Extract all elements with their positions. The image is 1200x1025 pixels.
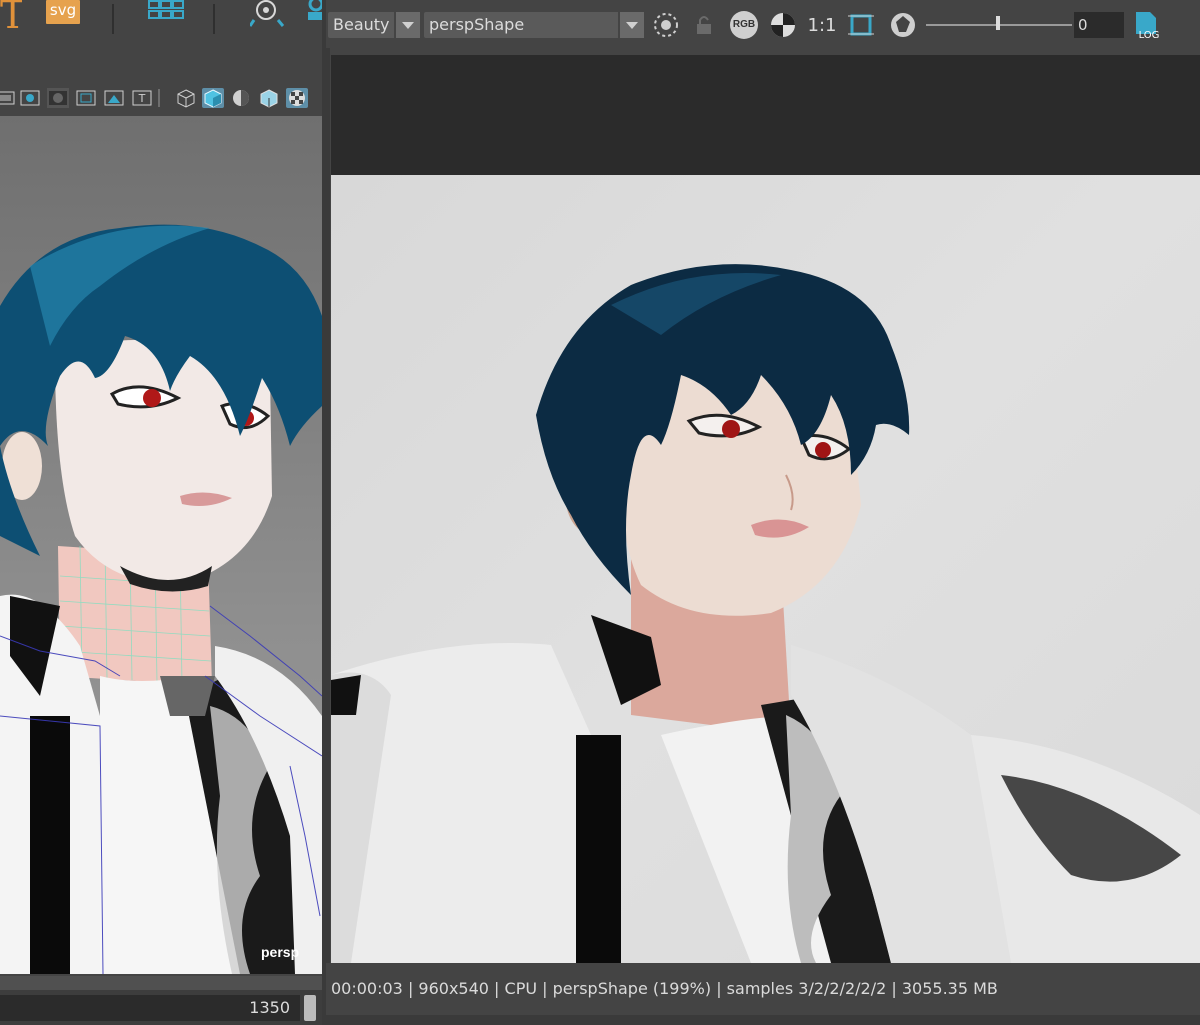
viewport-toolbar: T bbox=[0, 80, 322, 114]
render-status-bar: 00:00:03 | 960x540 | CPU | perspShape (1… bbox=[326, 963, 1200, 1025]
render-image[interactable] bbox=[331, 175, 1200, 963]
textured-icon[interactable] bbox=[286, 88, 308, 108]
exposure-slider-thumb[interactable] bbox=[996, 16, 1000, 30]
wireframe-icon[interactable] bbox=[175, 88, 197, 108]
wireframe-on-shaded-icon[interactable] bbox=[258, 88, 280, 108]
render-view-empty-area bbox=[331, 55, 1200, 175]
camera-name-label: persp bbox=[261, 944, 300, 960]
exposure-value-field[interactable]: 0 bbox=[1074, 12, 1124, 38]
log-label: LOG bbox=[1139, 30, 1160, 40]
svg-icon[interactable]: svg bbox=[46, 0, 80, 24]
channel-rgb-button[interactable]: RGB bbox=[728, 10, 760, 40]
log-icon[interactable]: LOG bbox=[1132, 10, 1164, 40]
frame-region-icon[interactable] bbox=[846, 10, 876, 40]
chevron-down-icon[interactable] bbox=[394, 12, 420, 38]
region-render-icon[interactable] bbox=[650, 10, 682, 40]
viewport-persp[interactable] bbox=[0, 116, 322, 974]
channel-rgb-label: RGB bbox=[730, 11, 758, 39]
zoom-ratio-button[interactable]: 1:1 bbox=[806, 10, 838, 40]
film-gate-icon[interactable] bbox=[0, 88, 16, 108]
frame-scroll-handle[interactable] bbox=[304, 995, 316, 1021]
chevron-down-icon[interactable] bbox=[618, 12, 644, 38]
lock-icon[interactable] bbox=[690, 10, 718, 40]
svg-text:T: T bbox=[138, 92, 146, 105]
camera-select-value: perspShape bbox=[429, 15, 525, 34]
shelf-separator bbox=[213, 4, 215, 34]
checker-display-icon[interactable] bbox=[768, 10, 798, 40]
aov-select[interactable]: Beauty bbox=[328, 12, 420, 38]
shutter-icon[interactable] bbox=[888, 10, 918, 40]
render-status-text: 00:00:03 | 960x540 | CPU | perspShape (1… bbox=[331, 979, 998, 998]
safe-action-icon[interactable] bbox=[103, 88, 125, 108]
text-tool-icon[interactable]: T bbox=[0, 0, 22, 36]
aov-select-value: Beauty bbox=[333, 15, 390, 34]
safe-title-icon[interactable]: T bbox=[131, 88, 153, 108]
panel-splitter[interactable] bbox=[322, 0, 330, 1025]
grid-icon[interactable] bbox=[148, 0, 184, 24]
camera-select[interactable]: perspShape bbox=[424, 12, 644, 38]
shade-default-icon[interactable] bbox=[230, 88, 252, 108]
viewport-model-render bbox=[0, 224, 322, 974]
field-chart-icon[interactable] bbox=[75, 88, 97, 108]
shelf-bar: T svg bbox=[0, 0, 325, 48]
svg-icon-label: svg bbox=[49, 1, 77, 19]
current-frame-field[interactable]: 1350 bbox=[0, 995, 300, 1021]
rendered-character-image bbox=[331, 264, 1200, 963]
light-icon[interactable] bbox=[248, 0, 286, 28]
shelf-separator bbox=[112, 4, 114, 34]
smooth-shade-icon[interactable] bbox=[202, 88, 224, 108]
camera-icon[interactable] bbox=[302, 0, 322, 22]
toolbar-divider bbox=[157, 88, 161, 108]
resolution-gate-icon[interactable] bbox=[19, 88, 41, 108]
gate-mask-icon[interactable] bbox=[47, 88, 69, 108]
